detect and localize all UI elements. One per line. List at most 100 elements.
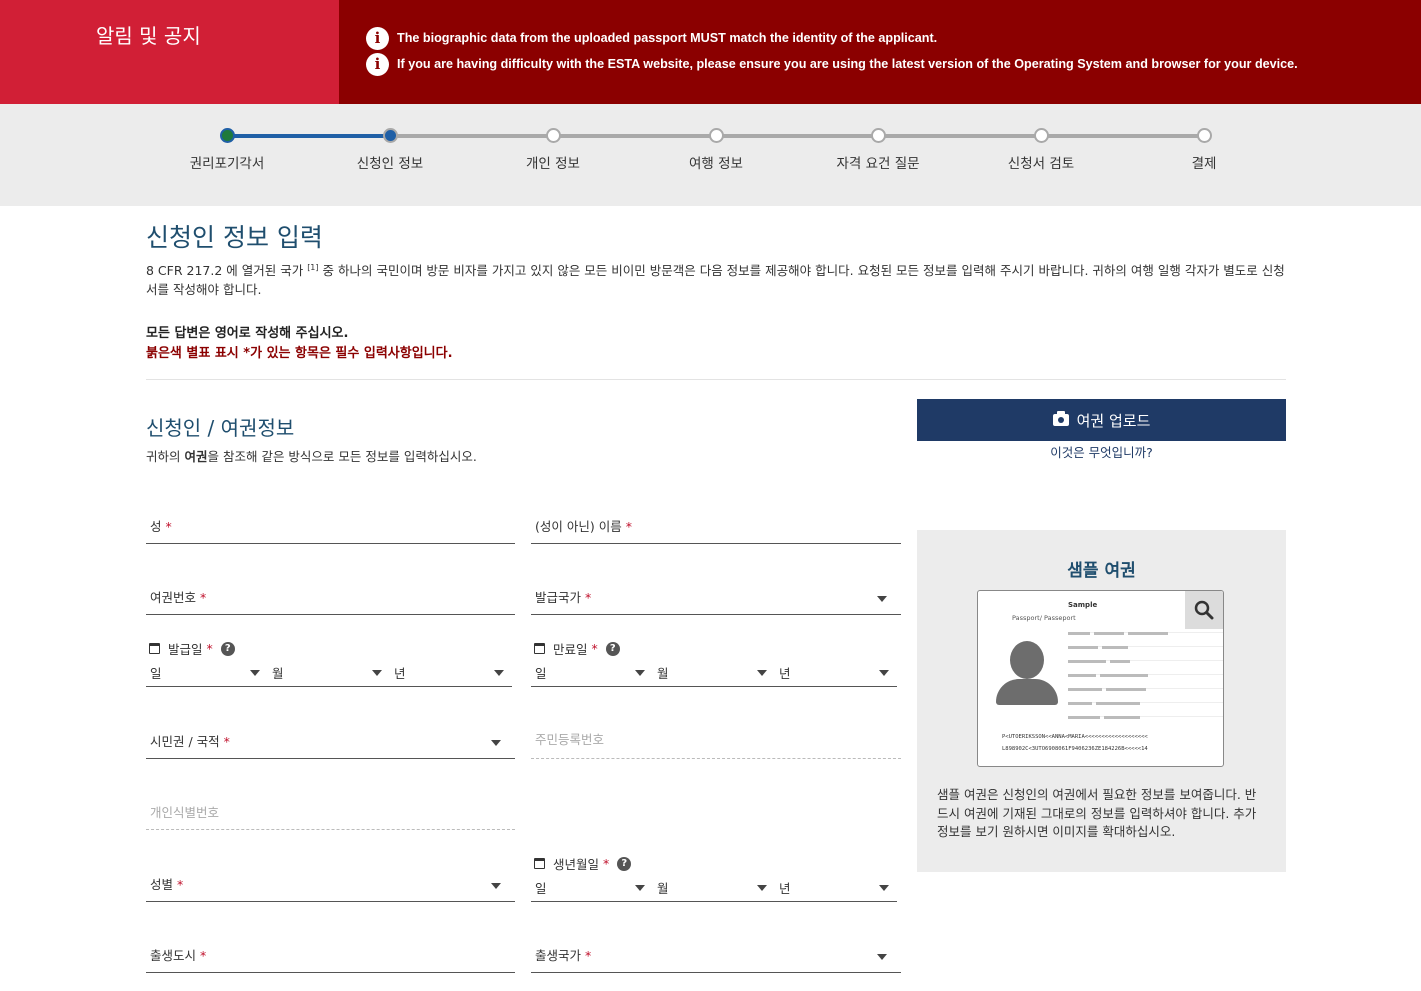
camera-icon <box>1052 411 1069 426</box>
issue-month-select[interactable]: 월 <box>268 659 390 687</box>
sample-passport-panel: 샘플 여권 Passport/ Passeport Sample P<UTOER… <box>917 530 1286 872</box>
passport-mrz-line: P<UTOERIKSSON<<ANNA<MARIA<<<<<<<<<<<<<<<… <box>1002 734 1148 740</box>
chevron-down-icon <box>877 954 887 960</box>
passport-number-label: 여권번호 * <box>150 587 206 606</box>
required-mark: * <box>585 948 592 963</box>
passport-photo-icon <box>1010 641 1044 679</box>
month-placeholder: 월 <box>657 881 669 896</box>
birth-country-label-text: 출생국가 <box>535 948 582 963</box>
step-label: 개인 정보 <box>526 156 580 172</box>
footnote-link[interactable]: [1] <box>307 263 318 272</box>
help-icon[interactable]: ? <box>220 641 235 656</box>
required-mark: * <box>625 519 632 534</box>
what-is-this-link[interactable]: 이것은 무엇입니까? <box>917 442 1286 461</box>
birth-year-select[interactable]: 년 <box>775 874 897 902</box>
chevron-down-icon <box>635 885 645 891</box>
birth-city-label: 출생도시 * <box>150 945 206 964</box>
alert-title: 알림 및 공지 <box>96 24 201 48</box>
expiry-day-select[interactable]: 일 <box>531 659 653 687</box>
issue-date-group: 일 월 년 <box>146 659 512 687</box>
birth-country-label: 출생국가 * <box>535 945 591 964</box>
year-placeholder: 년 <box>779 666 791 681</box>
gender-label: 성별 * <box>150 874 183 893</box>
section-title: 신청인 / 여권정보 <box>146 416 295 440</box>
chevron-down-icon <box>757 670 767 676</box>
step-label: 자격 요건 질문 <box>836 156 920 172</box>
required-mark: * <box>200 948 207 963</box>
step-dot-personal <box>546 128 561 143</box>
calendar-icon <box>149 643 160 654</box>
alert-message: i The biographic data from the uploaded … <box>366 26 937 50</box>
page-title: 신청인 정보 입력 <box>146 223 323 252</box>
zoom-button[interactable] <box>1185 591 1223 629</box>
expiry-year-select[interactable]: 년 <box>775 659 897 687</box>
issuing-country-select[interactable]: 발급국가 * <box>531 583 901 615</box>
birth-city-field[interactable]: 출생도시 * <box>146 941 515 973</box>
expiry-date-label-text: 만료일 <box>553 642 588 657</box>
year-placeholder: 년 <box>394 666 406 681</box>
given-name-field[interactable]: (성이 아닌) 이름 * <box>531 512 901 544</box>
calendar-icon <box>534 858 545 869</box>
passport-mrz-line: L898902C<3UTO6908061F9406236ZE184226B<<<… <box>1002 746 1148 752</box>
alert-title-box: 알림 및 공지 <box>0 0 339 104</box>
passport-number-label-text: 여권번호 <box>150 590 197 605</box>
passport-fields <box>1068 615 1223 721</box>
national-id-field[interactable]: 주민등록번호 <box>531 727 901 759</box>
issue-date-label-text: 발급일 <box>168 642 203 657</box>
passport-number-field[interactable]: 여권번호 * <box>146 583 515 615</box>
gender-label-text: 성별 <box>150 877 174 892</box>
step-dot-applicant <box>383 128 398 143</box>
issue-day-select[interactable]: 일 <box>146 659 268 687</box>
given-name-label: (성이 아닌) 이름 * <box>535 516 632 535</box>
issue-date-label: 발급일 * ? <box>146 639 235 658</box>
birth-month-select[interactable]: 월 <box>653 874 775 902</box>
gender-select[interactable]: 성별 * <box>146 870 515 902</box>
citizenship-select[interactable]: 시민권 / 국적 * <box>146 727 515 759</box>
personal-id-label: 개인식별번호 <box>150 805 220 820</box>
stepper-progress-fill <box>227 134 390 138</box>
section-subtitle-start: 귀하의 <box>146 449 185 464</box>
chevron-down-icon <box>491 740 501 746</box>
chevron-down-icon <box>491 883 501 889</box>
calendar-icon <box>534 643 545 654</box>
magnifier-icon <box>1194 600 1214 620</box>
section-subtitle: 귀하의 여권을 참조해 같은 방식으로 모든 정보를 입력하십시오. <box>146 446 477 465</box>
upload-passport-label: 여권 업로드 <box>1076 411 1151 430</box>
surname-label: 성 * <box>150 516 172 535</box>
surname-field[interactable]: 성 * <box>146 512 515 544</box>
step-dot-eligibility <box>871 128 886 143</box>
citizenship-label-text: 시민권 / 국적 <box>150 734 220 749</box>
help-icon[interactable]: ? <box>617 856 632 871</box>
issuing-country-label: 발급국가 * <box>535 587 591 606</box>
upload-passport-button[interactable]: 여권 업로드 <box>917 399 1286 441</box>
sample-passport-image[interactable]: Passport/ Passeport Sample P<UTOERIKSSON… <box>977 590 1224 767</box>
step-dot-travel <box>709 128 724 143</box>
chevron-down-icon <box>879 885 889 891</box>
step-dot-waiver <box>220 128 235 143</box>
divider <box>146 379 1286 380</box>
info-icon: i <box>366 26 389 50</box>
personal-id-field[interactable]: 개인식별번호 <box>146 798 515 830</box>
step-label: 결제 <box>1191 156 1217 172</box>
step-dot-review <box>1034 128 1049 143</box>
birth-date-label-text: 생년월일 <box>553 857 600 872</box>
alert-banner: 알림 및 공지 i The biographic data from the u… <box>0 0 1421 104</box>
required-mark: * <box>206 641 213 656</box>
chevron-down-icon <box>877 596 887 602</box>
chevron-down-icon <box>372 670 382 676</box>
citizenship-label: 시민권 / 국적 * <box>150 731 230 750</box>
issue-year-select[interactable]: 년 <box>390 659 512 687</box>
birth-day-select[interactable]: 일 <box>531 874 653 902</box>
day-placeholder: 일 <box>535 881 547 896</box>
intro-text: 8 CFR 217.2 에 열거된 국가 [1] 중 하나의 국민이며 방문 비… <box>146 258 1286 299</box>
chevron-down-icon <box>879 670 889 676</box>
intro-text-start: 8 CFR 217.2 에 열거된 국가 <box>146 263 308 279</box>
expiry-month-select[interactable]: 월 <box>653 659 775 687</box>
birth-country-select[interactable]: 출생국가 * <box>531 941 901 973</box>
sample-passport-title: 샘플 여권 <box>1067 561 1136 581</box>
required-mark: * <box>585 590 592 605</box>
chevron-down-icon <box>757 885 767 891</box>
required-mark: * <box>603 856 610 871</box>
english-note: 모든 답변은 영어로 작성해 주십시오. <box>146 326 349 341</box>
help-icon[interactable]: ? <box>605 641 620 656</box>
